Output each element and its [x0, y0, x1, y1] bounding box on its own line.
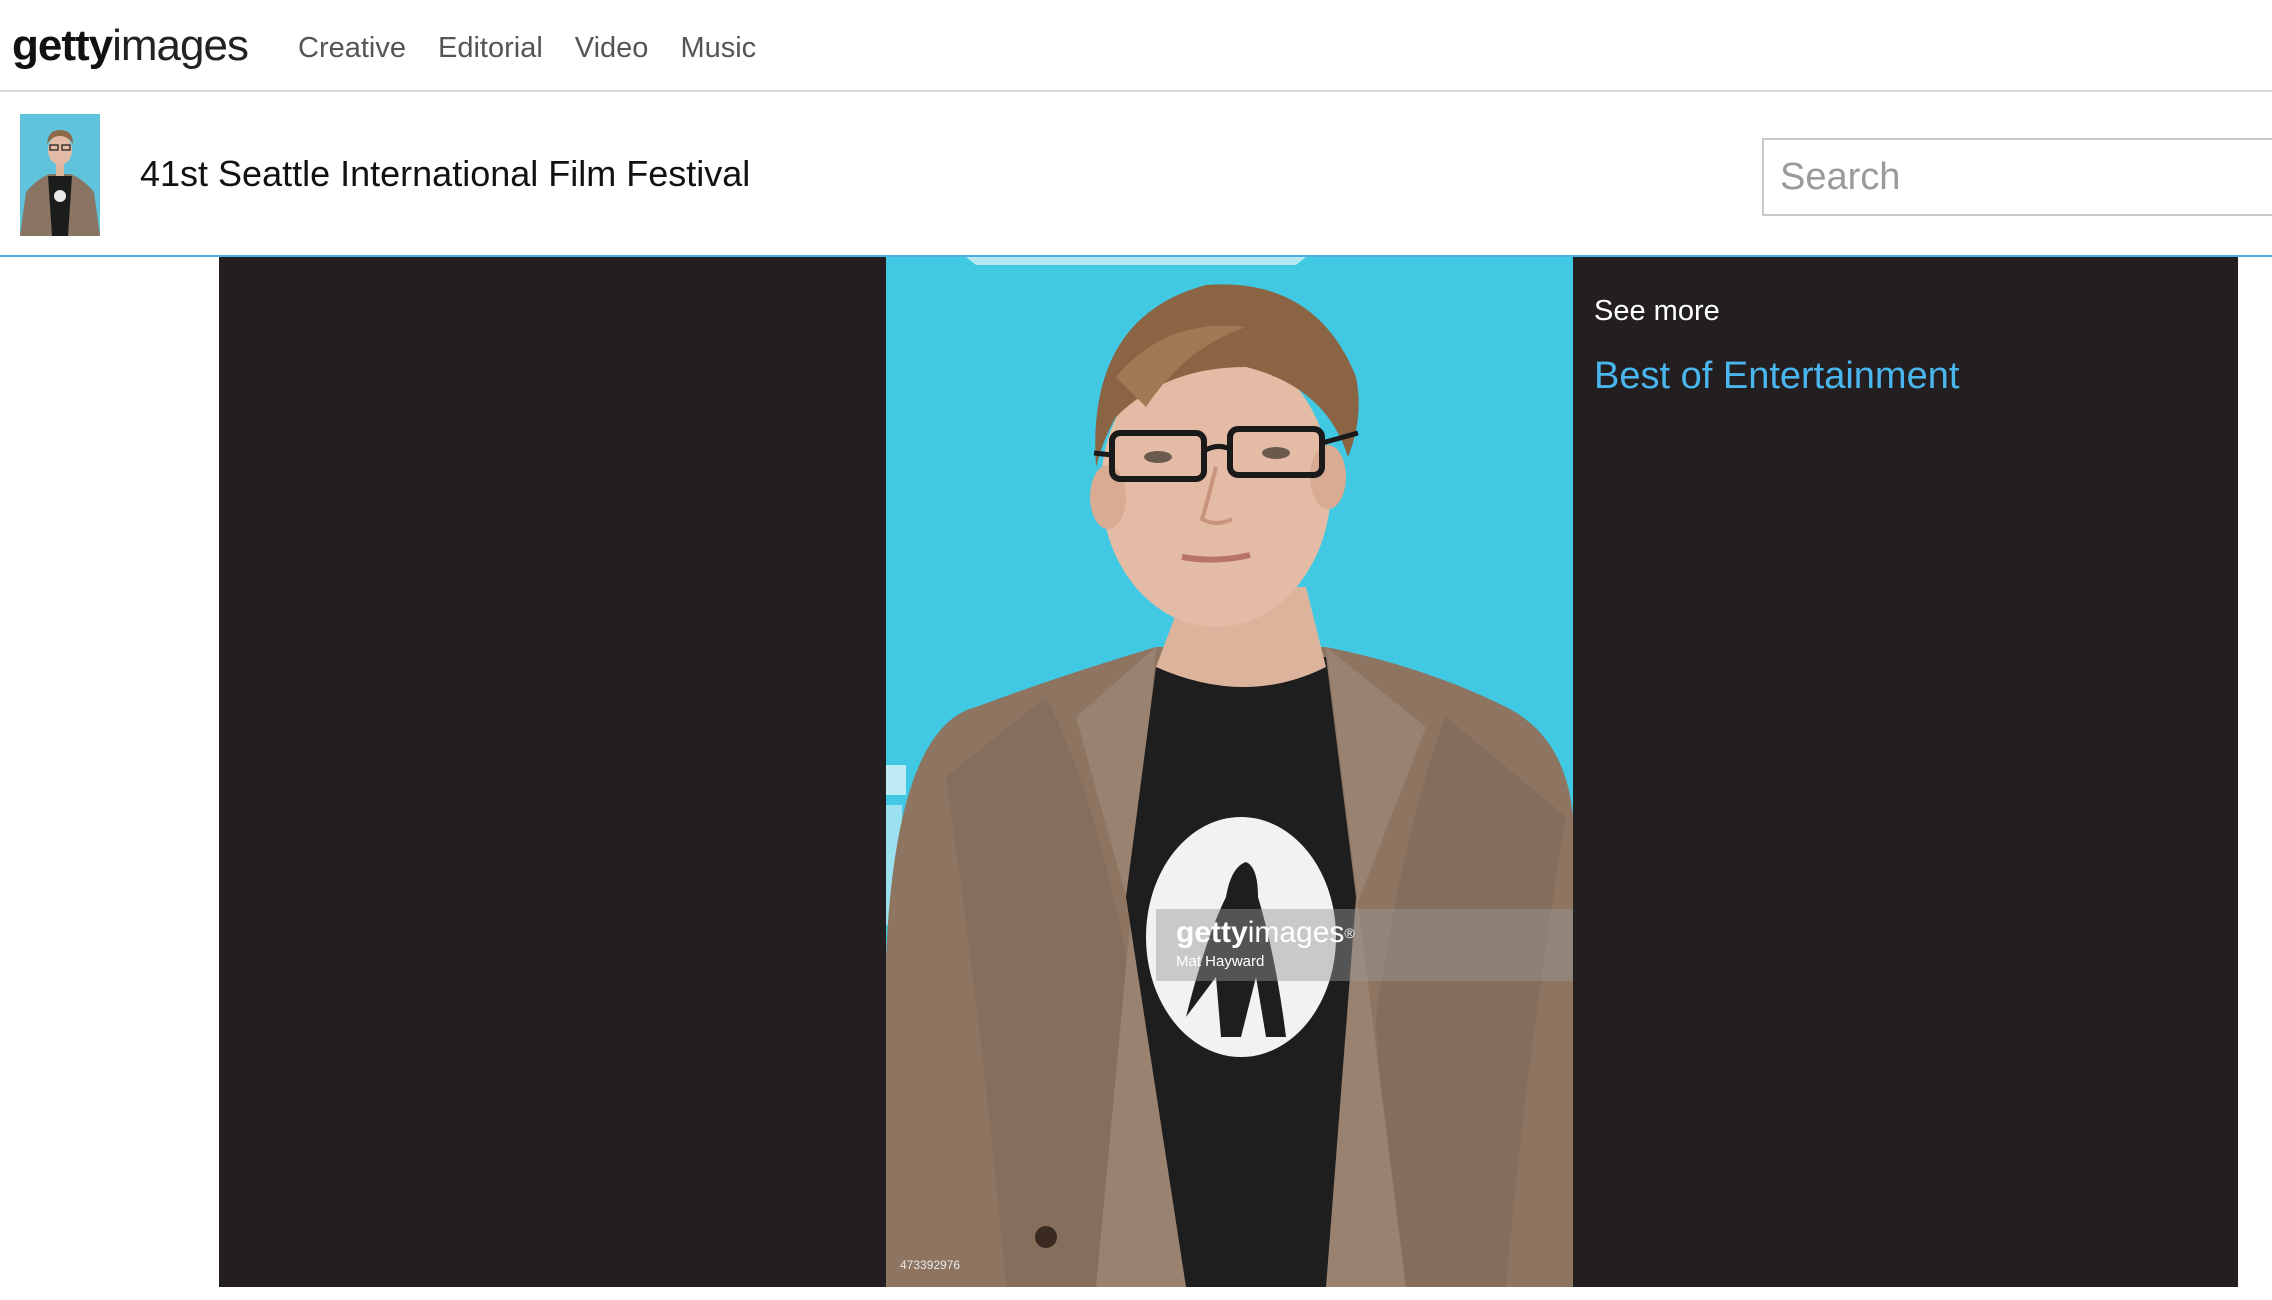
event-thumbnail[interactable]: [20, 114, 100, 236]
event-header: 41st Seattle International Film Festival: [0, 92, 2272, 257]
watermark-overlay: gettyimages® Mat Hayward: [1156, 909, 1573, 981]
nav-link-creative[interactable]: Creative: [298, 28, 406, 68]
nav-link-music[interactable]: Music: [680, 28, 756, 68]
best-of-entertainment-link[interactable]: Best of Entertainment: [1594, 353, 1959, 399]
nav-links: Creative Editorial Video Music: [298, 28, 756, 68]
photographer-credit: Mat Hayward: [1176, 953, 1265, 970]
top-navigation: gettyimages Creative Editorial Video Mus…: [0, 0, 2272, 92]
watermark-registered-mark: ®: [1344, 925, 1355, 941]
search-input[interactable]: [1764, 140, 2272, 214]
watermark-logo-bold: getty: [1176, 916, 1248, 949]
image-id: 473392976: [900, 1258, 961, 1272]
logo-light-text: images: [112, 21, 249, 70]
nav-link-video[interactable]: Video: [575, 28, 649, 68]
event-title: 41st Seattle International Film Festival: [140, 153, 751, 194]
see-more-label: See more: [1594, 295, 1720, 327]
watermark-logo-light: images: [1247, 916, 1345, 949]
logo-bold-text: getty: [12, 21, 113, 70]
watermark-logo: gettyimages®: [1176, 915, 1355, 951]
search-box[interactable]: [1762, 138, 2272, 216]
gettyimages-logo[interactable]: gettyimages: [12, 18, 249, 74]
image-viewer: gettyimages® Mat Hayward 473392976 See m…: [219, 257, 2238, 1287]
event-photo[interactable]: gettyimages® Mat Hayward 473392976: [886, 257, 1573, 1287]
nav-link-editorial[interactable]: Editorial: [438, 28, 543, 68]
